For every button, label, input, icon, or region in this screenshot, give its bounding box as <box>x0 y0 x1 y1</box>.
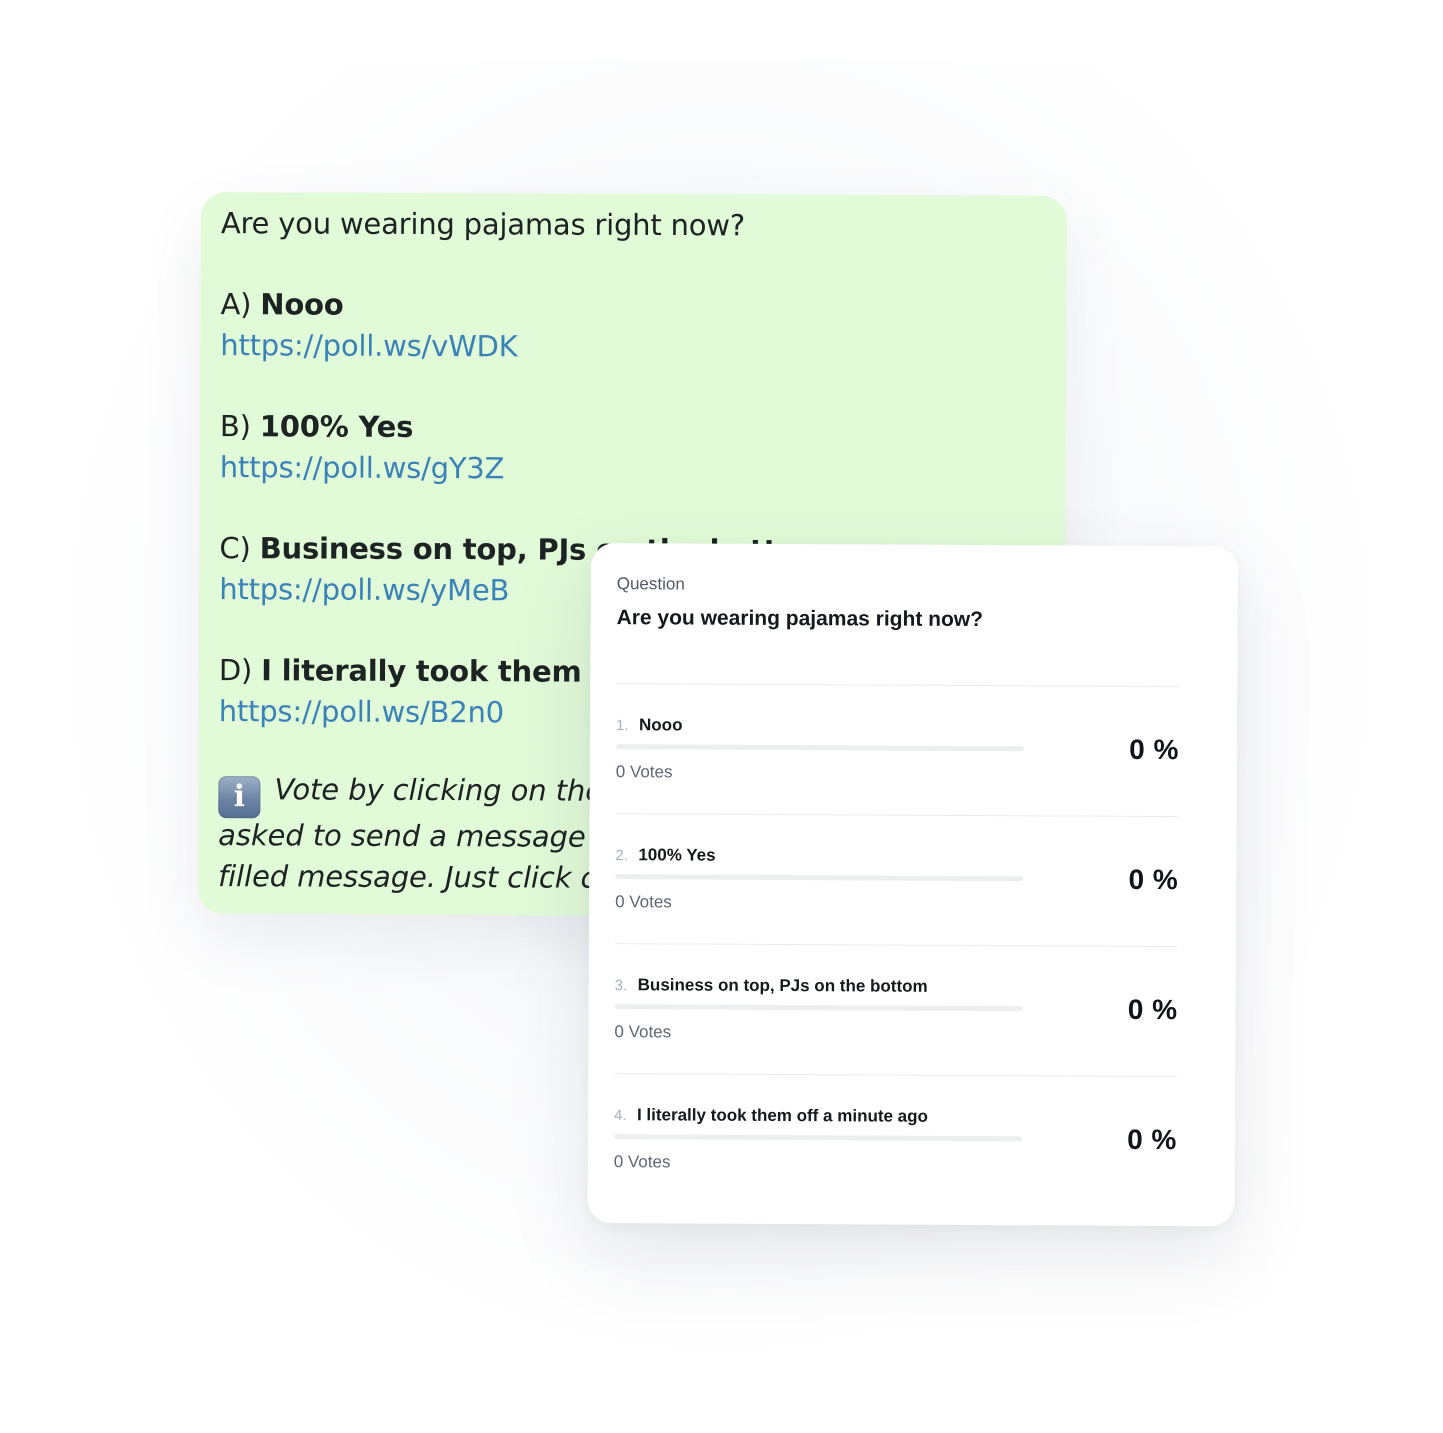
chat-info-text: Vote by clicking on the <box>274 772 604 808</box>
poll-question: Are you wearing pajamas right now? <box>616 606 984 632</box>
option-progress-bar <box>614 1004 1023 1012</box>
chat-info-line-3: filled message. Just click c <box>217 859 597 895</box>
chat-option-a: A) Nooo <box>220 287 343 322</box>
poll-option-4[interactable]: 4. I literally took them off a minute ag… <box>613 1105 1177 1220</box>
option-percent: 0 % <box>1129 733 1180 766</box>
option-votes: 0 Votes <box>615 762 673 782</box>
option-votes: 0 Votes <box>613 1152 671 1172</box>
chat-info-line-2: asked to send a message t <box>218 818 607 854</box>
chat-option-letter: C) <box>219 531 251 566</box>
option-progress-bar <box>615 744 1024 752</box>
option-number: 3. <box>614 977 628 995</box>
option-votes: 0 Votes <box>615 892 672 912</box>
option-number: 4. <box>613 1107 627 1125</box>
chat-option-text: Nooo <box>260 287 344 322</box>
option-number: 1. <box>615 717 629 735</box>
information-icon: i <box>218 776 261 819</box>
divider <box>616 683 1180 688</box>
question-label: Question <box>616 574 685 594</box>
chat-option-letter: D) <box>218 653 253 688</box>
chat-option-link-c[interactable]: https://poll.ws/yMeB <box>219 572 509 607</box>
chat-option-link-b[interactable]: https://poll.ws/gY3Z <box>220 450 505 485</box>
option-label: Business on top, PJs on the bottom <box>637 975 928 996</box>
option-label: I literally took them off a minute ago <box>636 1105 928 1126</box>
option-number: 2. <box>615 847 628 865</box>
chat-question: Are you wearing pajamas right now? <box>220 206 746 243</box>
option-progress-bar <box>613 1134 1022 1142</box>
poll-results-card: Question Are you wearing pajamas right n… <box>587 543 1238 1227</box>
chat-info-line-1: i Vote by clicking on the <box>218 772 603 820</box>
option-percent: 0 % <box>1128 863 1179 896</box>
chat-option-letter: B) <box>219 409 251 444</box>
chat-option-letter: A) <box>220 287 252 322</box>
option-label: 100% Yes <box>638 845 716 865</box>
chat-option-text: 100% Yes <box>259 409 414 444</box>
chat-option-link-a[interactable]: https://poll.ws/vWDK <box>220 328 517 363</box>
chat-option-b: B) 100% Yes <box>220 409 413 444</box>
option-percent: 0 % <box>1127 993 1178 1026</box>
chat-option-link-d[interactable]: https://poll.ws/B2n0 <box>219 694 504 729</box>
option-progress-bar <box>615 874 1024 882</box>
option-label: Nooo <box>638 715 683 735</box>
option-percent: 0 % <box>1127 1123 1177 1156</box>
option-votes: 0 Votes <box>614 1022 672 1042</box>
